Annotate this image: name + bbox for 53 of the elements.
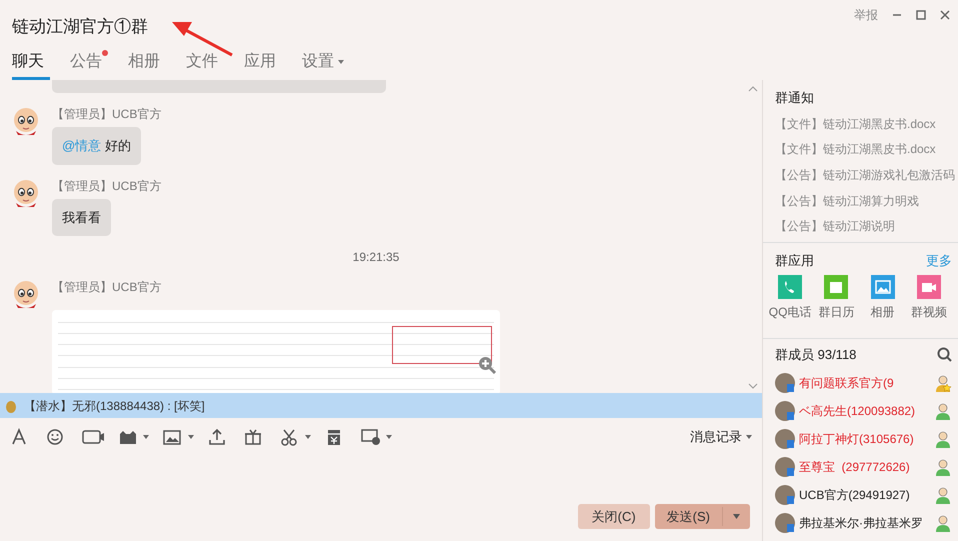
notice-item[interactable]: 【文件】链动江湖黑皮书.docx <box>775 114 958 140</box>
sender-name: 【管理员】UCB官方 <box>52 279 162 296</box>
notice-text: 【潜水】无邪(138884438) : [坏笑] <box>24 398 205 414</box>
zoom-in-icon[interactable] <box>478 356 496 374</box>
tab[interactable]: 聊天 <box>12 46 50 80</box>
timestamp: 19:21:35 <box>352 249 400 266</box>
caret-icon[interactable] <box>188 435 194 439</box>
window-title: 链动江湖官方①群 <box>12 16 148 38</box>
app-label[interactable]: 群日历 <box>818 302 854 320</box>
caret-icon[interactable] <box>746 435 752 439</box>
send-button[interactable]: 发送(S) <box>654 504 750 529</box>
message-text: 好的 <box>105 138 132 153</box>
section-title: 群通知 <box>775 89 815 107</box>
more-link[interactable]: 更多 <box>926 251 952 270</box>
caret-icon[interactable] <box>143 435 149 439</box>
tab[interactable]: 设置 <box>302 46 350 80</box>
close-icon[interactable] <box>940 10 950 20</box>
section-title: 群应用 <box>775 252 814 270</box>
close-button[interactable]: 关闭(C) <box>578 504 650 529</box>
message-bubble: 我看看 <box>52 198 111 236</box>
sender-name: 【管理员】UCB官方 <box>52 178 162 194</box>
tab[interactable]: 应用 <box>244 46 282 80</box>
maximize-icon[interactable] <box>916 10 926 20</box>
notice-item[interactable]: 【公告】链动江湖算力明戏 <box>775 190 958 216</box>
video-app-icon[interactable] <box>916 274 941 298</box>
gif-icon[interactable] <box>82 428 104 446</box>
notice-item[interactable]: 【文件】链动江湖黑皮书.docx <box>775 139 958 165</box>
member-name[interactable]: 有问题联系官方(9 <box>799 374 930 392</box>
section-title: 群成员 93/118 <box>775 346 856 364</box>
report-link[interactable]: 举报 <box>854 6 878 24</box>
member-name[interactable]: 阿拉丁神灯(3105676) <box>799 430 930 448</box>
notice-item[interactable]: 【公告】链动江湖说明 <box>775 216 958 242</box>
notice-item[interactable]: 【公告】链动江湖游戏礼包激活码 <box>775 164 958 191</box>
member-name[interactable]: ベ高先生(120093882) <box>799 402 930 420</box>
member-name[interactable]: UCB官方(29491927) <box>799 486 930 504</box>
caret-icon[interactable] <box>305 435 311 439</box>
photo-app-icon[interactable] <box>870 274 895 298</box>
member-name[interactable]: 弗拉基米尔·弗拉基米罗 <box>799 514 930 532</box>
app-label[interactable]: QQ电话 <box>768 302 812 320</box>
caret-icon[interactable] <box>733 514 740 519</box>
member-name[interactable]: 至尊宝 (297772626) <box>799 458 930 476</box>
scroll-up-icon[interactable] <box>748 86 758 92</box>
scroll-down-icon[interactable] <box>748 383 758 389</box>
search-icon[interactable] <box>937 347 952 362</box>
app-label[interactable]: 相册 <box>870 302 895 320</box>
app-label[interactable]: 群视频 <box>910 302 947 320</box>
sender-name: 【管理员】UCB官方 <box>52 106 162 123</box>
tab[interactable]: 文件 <box>186 46 224 80</box>
mention-link[interactable]: @情意 <box>62 138 102 153</box>
tab[interactable]: 相册 <box>128 46 166 80</box>
history-link[interactable]: 消息记录 <box>690 427 742 447</box>
caret-icon[interactable] <box>386 435 392 439</box>
tab[interactable]: 公告 <box>70 46 108 80</box>
